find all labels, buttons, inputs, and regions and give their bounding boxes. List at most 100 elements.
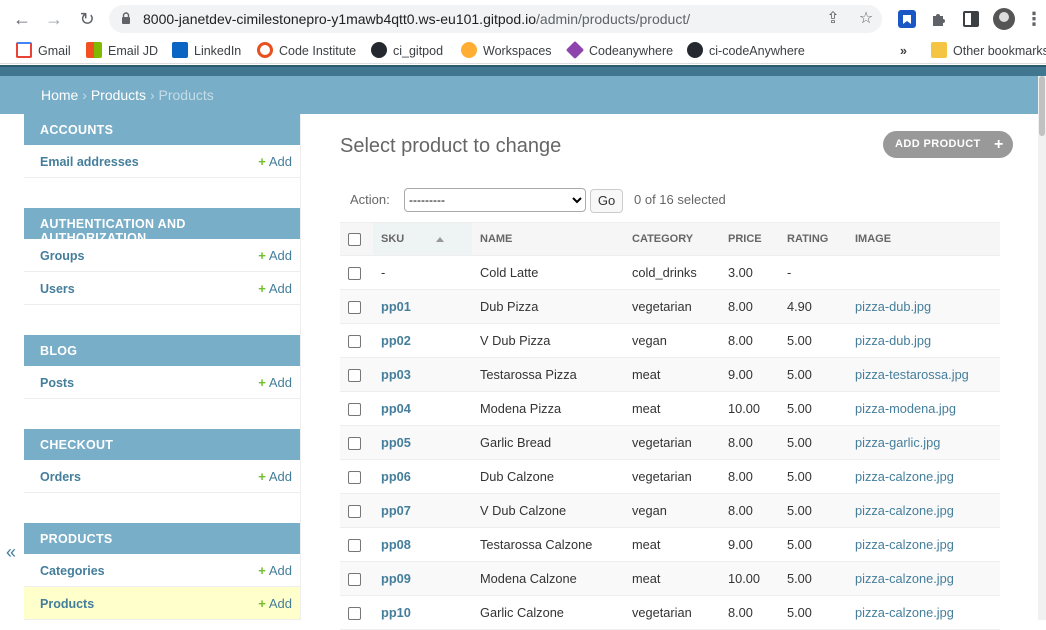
cell-image[interactable]: pizza-calzone.jpg <box>847 561 1000 596</box>
add-product-button[interactable]: ADD PRODUCT + <box>883 131 1013 158</box>
module-header[interactable]: Blog <box>24 335 300 366</box>
add-link[interactable]: + Add <box>258 469 292 484</box>
select-all-checkbox[interactable] <box>348 232 361 246</box>
cell-image[interactable]: pizza-calzone.jpg <box>847 493 1000 528</box>
address-bar[interactable]: 8000-janetdev-cimilestonepro-y1mawb4qtt0… <box>109 5 882 33</box>
plus-icon: + <box>258 596 266 611</box>
sort-ascending-icon[interactable] <box>436 236 445 242</box>
cell-sku[interactable]: pp04 <box>373 391 472 426</box>
scrollbar-thumb[interactable] <box>1039 76 1045 136</box>
cell-sku[interactable]: pp06 <box>373 459 472 494</box>
side-panel-icon[interactable] <box>960 8 982 30</box>
sidebar-item-link[interactable]: Products <box>40 597 94 611</box>
add-link[interactable]: + Add <box>258 563 292 578</box>
bookmark-ci-codeanywhere[interactable]: ci-codeAnywhere <box>687 42 805 60</box>
reload-icon[interactable]: ↻ <box>75 7 99 31</box>
sidebar-item-link[interactable]: Email addresses <box>40 155 139 169</box>
other-bookmarks[interactable]: Other bookmarks <box>931 42 1046 60</box>
breadcrumb-app[interactable]: Products <box>91 87 146 103</box>
add-link[interactable]: + Add <box>258 248 292 263</box>
add-link[interactable]: + Add <box>258 596 292 611</box>
action-select[interactable]: --------- <box>404 188 586 212</box>
bookmark-linkedin[interactable]: LinkedIn <box>172 42 241 60</box>
row-checkbox[interactable] <box>348 301 361 315</box>
cell-image[interactable]: pizza-dub.jpg <box>847 323 1000 358</box>
module-header[interactable]: Products <box>24 523 300 554</box>
cell-sku[interactable]: pp01 <box>373 289 472 324</box>
cell-sku[interactable]: pp09 <box>373 561 472 596</box>
column-category[interactable]: CATEGORY <box>624 222 720 256</box>
cell-image[interactable]: pizza-calzone.jpg <box>847 527 1000 562</box>
cell-image[interactable]: pizza-testarossa.jpg <box>847 357 1000 392</box>
add-link[interactable]: + Add <box>258 281 292 296</box>
cell-sku[interactable]: pp02 <box>373 323 472 358</box>
cell-category: cold_drinks <box>624 255 720 290</box>
collapse-sidebar-button[interactable]: « <box>6 542 16 563</box>
row-checkbox[interactable] <box>348 403 361 417</box>
back-arrow-icon[interactable]: ← <box>10 7 34 31</box>
bookmark-workspaces[interactable]: Workspaces <box>461 42 552 60</box>
sidebar-item-link[interactable]: Users <box>40 282 75 296</box>
sidebar-item-link[interactable]: Groups <box>40 249 84 263</box>
cell-image[interactable]: pizza-calzone.jpg <box>847 459 1000 494</box>
breadcrumb: Home › Products › Products <box>0 76 1046 114</box>
row-checkbox[interactable] <box>348 267 361 281</box>
column-name[interactable]: NAME <box>472 222 624 256</box>
breadcrumb-home[interactable]: Home <box>41 87 78 103</box>
bookmark-ci-gitpod[interactable]: ci_gitpod <box>371 42 443 60</box>
go-button[interactable]: Go <box>590 189 623 213</box>
cell-sku[interactable]: - <box>373 255 472 290</box>
puzzle-icon[interactable] <box>928 8 950 30</box>
bookmark-code-institute[interactable]: Code Institute <box>257 42 356 60</box>
bookmark-codeanywhere[interactable]: Codeanywhere <box>565 40 673 60</box>
extension-shield-icon[interactable] <box>896 8 918 30</box>
column-price[interactable]: PRICE <box>720 222 779 256</box>
row-checkbox[interactable] <box>348 539 361 553</box>
add-link[interactable]: + Add <box>258 154 292 169</box>
column-image[interactable]: IMAGE <box>847 222 1000 256</box>
column-rating[interactable]: RATING <box>779 222 847 256</box>
page-title: Select product to change <box>340 135 562 157</box>
row-checkbox[interactable] <box>348 437 361 451</box>
cell-image[interactable]: pizza-calzone.jpg <box>847 595 1000 630</box>
forward-arrow-icon[interactable]: → <box>42 7 66 31</box>
bookmark-email-jd[interactable]: Email JD <box>86 42 158 60</box>
sidebar-item-link[interactable]: Posts <box>40 376 74 390</box>
cell-sku[interactable]: pp10 <box>373 595 472 630</box>
add-link-label: Add <box>268 154 292 169</box>
bookmark-gmail[interactable]: Gmail <box>16 42 71 60</box>
module-header[interactable]: Authentication and Authorization <box>24 208 300 245</box>
cell-sku[interactable]: pp03 <box>373 357 472 392</box>
more-bookmarks-button[interactable]: » <box>900 42 907 60</box>
profile-avatar[interactable] <box>993 8 1015 30</box>
menu-kebab-icon[interactable]: ⋮ <box>1022 7 1046 31</box>
sidebar-item-link[interactable]: Categories <box>40 564 105 578</box>
plus-icon: + <box>993 136 1004 153</box>
cell-image[interactable]: pizza-garlic.jpg <box>847 425 1000 460</box>
row-checkbox[interactable] <box>348 369 361 383</box>
cell-sku[interactable]: pp08 <box>373 527 472 562</box>
module-products: Products Categories + Add Products + Add <box>24 523 300 620</box>
module-header[interactable]: Accounts <box>24 114 300 145</box>
cell-category: vegetarian <box>624 459 720 494</box>
cell-image[interactable]: pizza-dub.jpg <box>847 289 1000 324</box>
cell-image[interactable]: pizza-modena.jpg <box>847 391 1000 426</box>
column-sku[interactable]: SKU <box>373 222 472 256</box>
cell-sku[interactable]: pp07 <box>373 493 472 528</box>
row-checkbox[interactable] <box>348 505 361 519</box>
cell-category: vegan <box>624 323 720 358</box>
star-icon[interactable]: ☆ <box>857 10 875 28</box>
row-checkbox[interactable] <box>348 471 361 485</box>
row-checkbox[interactable] <box>348 573 361 587</box>
module-header[interactable]: Checkout <box>24 429 300 460</box>
page-scrollbar[interactable] <box>1038 76 1046 620</box>
row-checkbox[interactable] <box>348 335 361 349</box>
nav-sidebar: Accounts Email addresses + Add Authenticatio… <box>24 114 301 620</box>
row-checkbox[interactable] <box>348 607 361 621</box>
sidebar-item-email-addresses: Email addresses + Add <box>24 145 300 178</box>
cell-sku[interactable]: pp05 <box>373 425 472 460</box>
add-link-label: Add <box>268 596 292 611</box>
sidebar-item-link[interactable]: Orders <box>40 470 81 484</box>
share-icon[interactable]: ⇪ <box>824 10 842 28</box>
add-link[interactable]: + Add <box>258 375 292 390</box>
